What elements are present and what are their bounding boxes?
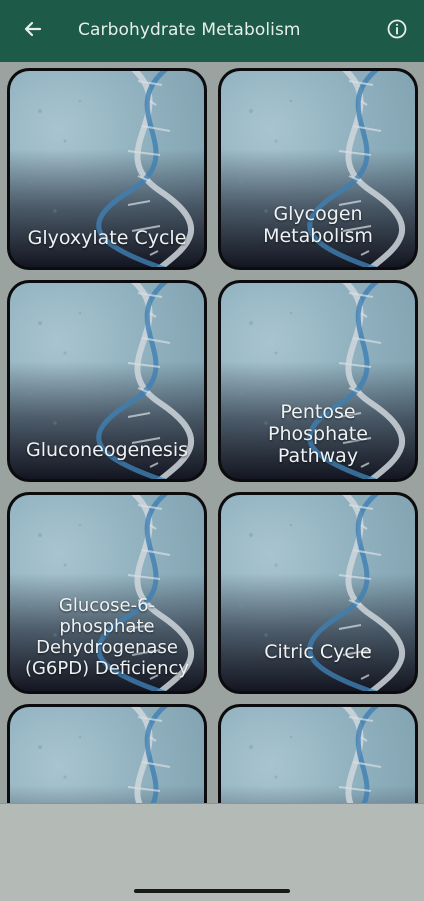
topic-card[interactable]: Glycogen Metabolism [218, 68, 418, 270]
bottom-area [0, 803, 424, 901]
topic-card[interactable]: Gluconeogenesis [7, 280, 207, 482]
topic-card-label: Pentose Phosphate Pathway [268, 401, 368, 467]
topic-card-image [10, 707, 204, 803]
topic-card-image: Glucose-6-phosphate Dehydrogenase (G6PD)… [10, 495, 204, 691]
topic-card[interactable] [7, 704, 207, 803]
info-circle-icon [386, 18, 408, 44]
info-button[interactable] [385, 19, 409, 43]
topic-card-label: Gluconeogenesis [25, 439, 189, 461]
topic-card-image: Glyoxylate Cycle [10, 71, 204, 267]
topic-card-image [221, 707, 415, 803]
app-bar: Carbohydrate Metabolism [0, 0, 424, 62]
topic-grid-scroll[interactable]: Glyoxylate Cycle Glycogen Metabolism Glu… [0, 62, 424, 803]
dna-helix-image [38, 707, 171, 803]
topic-card-label: Glucose-6-phosphate Dehydrogenase (G6PD)… [24, 595, 190, 679]
topic-card-label: Citric Cycle [264, 641, 372, 663]
home-indicator[interactable] [134, 889, 290, 893]
topic-card-image: Pentose Phosphate Pathway [221, 283, 415, 479]
topic-card-image: Citric Cycle [221, 495, 415, 691]
arrow-left-icon [23, 19, 43, 43]
page-title: Carbohydrate Metabolism [78, 20, 301, 40]
topic-card-label: Glyoxylate Cycle [27, 227, 187, 249]
topic-grid: Glyoxylate Cycle Glycogen Metabolism Glu… [7, 68, 418, 803]
topic-card-label: Glycogen Metabolism [263, 203, 373, 247]
topic-card[interactable]: Pentose Phosphate Pathway [218, 280, 418, 482]
back-button[interactable] [19, 17, 47, 45]
topic-card-image: Glycogen Metabolism [221, 71, 415, 267]
topic-card[interactable]: Glyoxylate Cycle [7, 68, 207, 270]
topic-card-image: Gluconeogenesis [10, 283, 204, 479]
topic-card[interactable] [218, 704, 418, 803]
dna-helix-image [249, 707, 382, 803]
topic-card[interactable]: Citric Cycle [218, 492, 418, 694]
topic-card[interactable]: Glucose-6-phosphate Dehydrogenase (G6PD)… [7, 492, 207, 694]
